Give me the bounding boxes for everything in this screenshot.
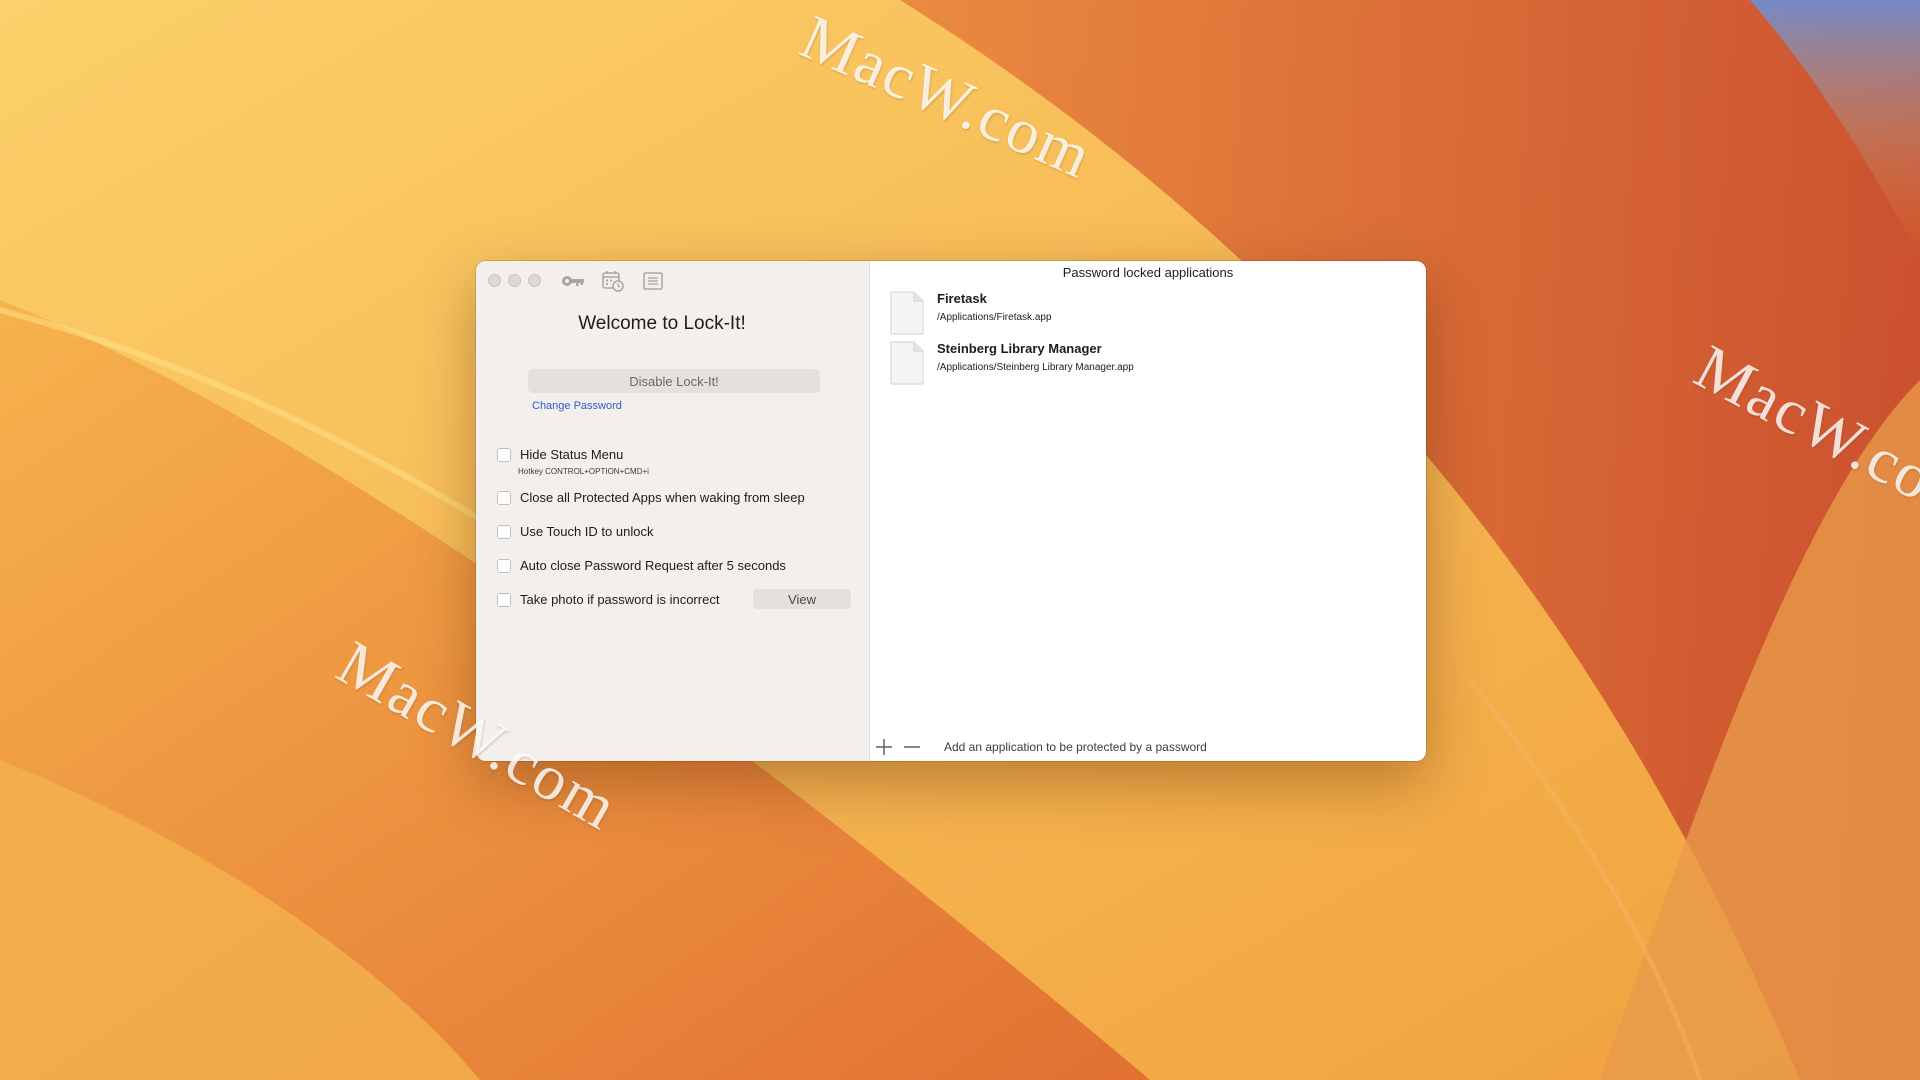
disable-lockit-button[interactable]: Disable Lock-It! — [528, 369, 820, 393]
document-icon — [890, 341, 924, 385]
app-path: /Applications/Firetask.app — [937, 312, 1052, 323]
key-icon[interactable] — [560, 270, 586, 292]
touch-id-label: Use Touch ID to unlock — [520, 524, 654, 539]
close-on-wake-option[interactable]: Close all Protected Apps when waking fro… — [497, 490, 805, 505]
close-window-button[interactable] — [488, 274, 501, 287]
take-photo-label: Take photo if password is incorrect — [520, 592, 720, 607]
calendar-clock-icon[interactable] — [600, 270, 626, 292]
settings-pane: Welcome to Lock-It! Disable Lock-It! Cha… — [476, 261, 870, 761]
touch-id-option[interactable]: Use Touch ID to unlock — [497, 524, 653, 539]
close-on-wake-label: Close all Protected Apps when waking fro… — [520, 490, 805, 505]
hide-status-menu-label: Hide Status Menu — [520, 447, 624, 462]
add-app-hint: Add an application to be protected by a … — [944, 740, 1207, 754]
take-photo-option[interactable]: Take photo if password is incorrect — [497, 592, 719, 607]
locked-apps-pane: Password locked applications Firetask /A… — [870, 261, 1426, 761]
minimize-window-button[interactable] — [508, 274, 521, 287]
list-icon[interactable] — [640, 270, 666, 292]
hotkey-hint: Hotkey CONTROL+OPTION+CMD+i — [518, 467, 649, 476]
hide-status-menu-checkbox[interactable] — [497, 447, 511, 462]
list-item[interactable]: Firetask /Applications/Firetask.app — [890, 289, 1052, 335]
app-name: Firetask — [937, 291, 987, 306]
list-item[interactable]: Steinberg Library Manager /Applications/… — [890, 339, 1134, 385]
app-name: Steinberg Library Manager — [937, 341, 1102, 356]
auto-close-checkbox[interactable] — [497, 558, 511, 573]
toolbar — [560, 270, 666, 292]
touch-id-checkbox[interactable] — [497, 524, 511, 539]
add-app-button[interactable] — [874, 737, 894, 757]
zoom-window-button[interactable] — [528, 274, 541, 287]
welcome-title: Welcome to Lock-It! — [578, 313, 746, 334]
window-controls — [488, 274, 541, 287]
close-on-wake-checkbox[interactable] — [497, 490, 511, 505]
auto-close-label: Auto close Password Request after 5 seco… — [520, 558, 786, 573]
list-bottom-bar: Add an application to be protected by a … — [870, 735, 1426, 759]
app-path: /Applications/Steinberg Library Manager.… — [937, 362, 1134, 373]
remove-app-button[interactable] — [902, 737, 922, 757]
view-photos-button[interactable]: View — [753, 589, 851, 609]
take-photo-checkbox[interactable] — [497, 592, 511, 607]
change-password-link[interactable]: Change Password — [532, 400, 622, 412]
hide-status-menu-option[interactable]: Hide Status Menu — [497, 447, 623, 462]
auto-close-option[interactable]: Auto close Password Request after 5 seco… — [497, 558, 786, 573]
locked-apps-header: Password locked applications — [1062, 265, 1234, 280]
document-icon — [890, 291, 924, 335]
lock-it-window: Welcome to Lock-It! Disable Lock-It! Cha… — [476, 261, 1426, 761]
